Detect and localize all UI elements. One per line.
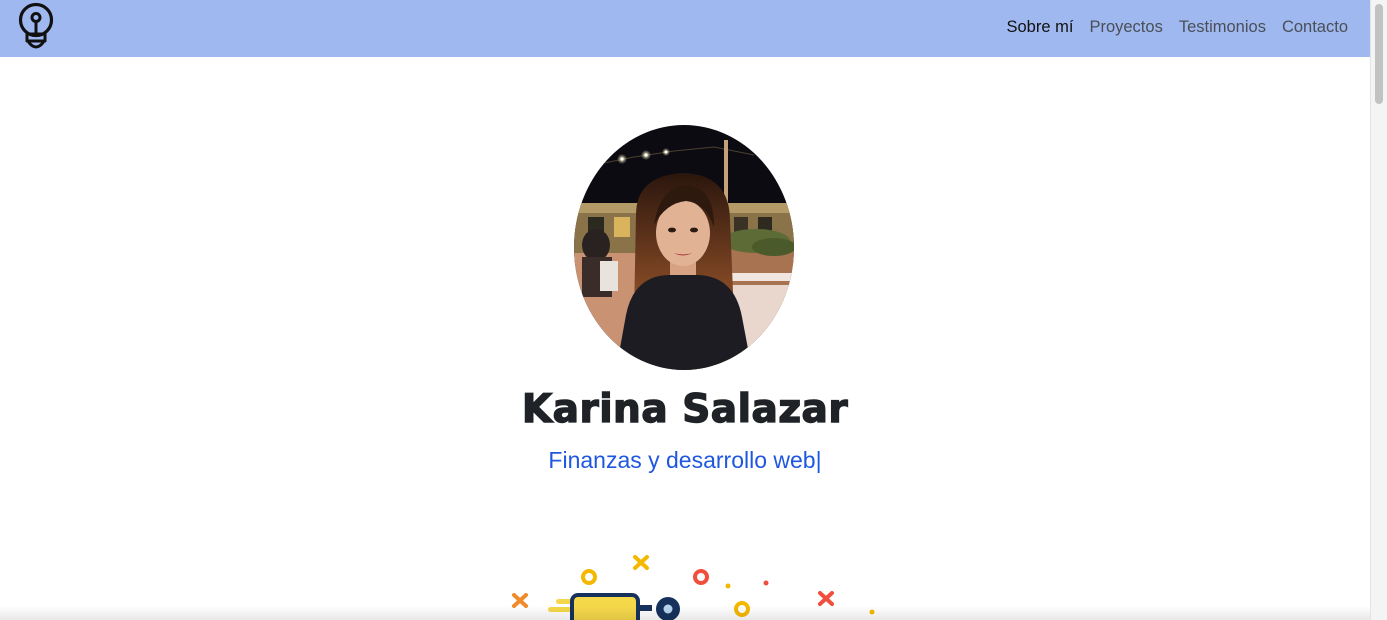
hero-section: Karina Salazar Finanzas y desarrollo web… xyxy=(0,57,1370,620)
bottom-shadow xyxy=(0,606,1370,620)
scrollbar-thumb[interactable] xyxy=(1375,4,1383,104)
nav-link-proyectos[interactable]: Proyectos xyxy=(1081,18,1170,37)
navbar: Sobre mí Proyectos Testimonios Contacto xyxy=(0,0,1370,57)
lightbulb-icon[interactable] xyxy=(16,1,56,53)
page-scrollbar[interactable] xyxy=(1370,0,1387,620)
tagline-text: Finanzas y desarrollo web xyxy=(548,447,816,473)
typing-cursor: | xyxy=(815,447,822,473)
nav-link-sobre-mi[interactable]: Sobre mí xyxy=(999,18,1082,37)
page: Sobre mí Proyectos Testimonios Contacto xyxy=(0,0,1370,620)
avatar xyxy=(574,125,794,370)
hero-tagline: Finanzas y desarrollo web| xyxy=(0,447,1370,474)
nav-link-testimonios[interactable]: Testimonios xyxy=(1171,18,1274,37)
hero-name: Karina Salazar xyxy=(521,386,849,432)
nav-link-contacto[interactable]: Contacto xyxy=(1274,18,1356,37)
nav-links: Sobre mí Proyectos Testimonios Contacto xyxy=(999,0,1357,54)
